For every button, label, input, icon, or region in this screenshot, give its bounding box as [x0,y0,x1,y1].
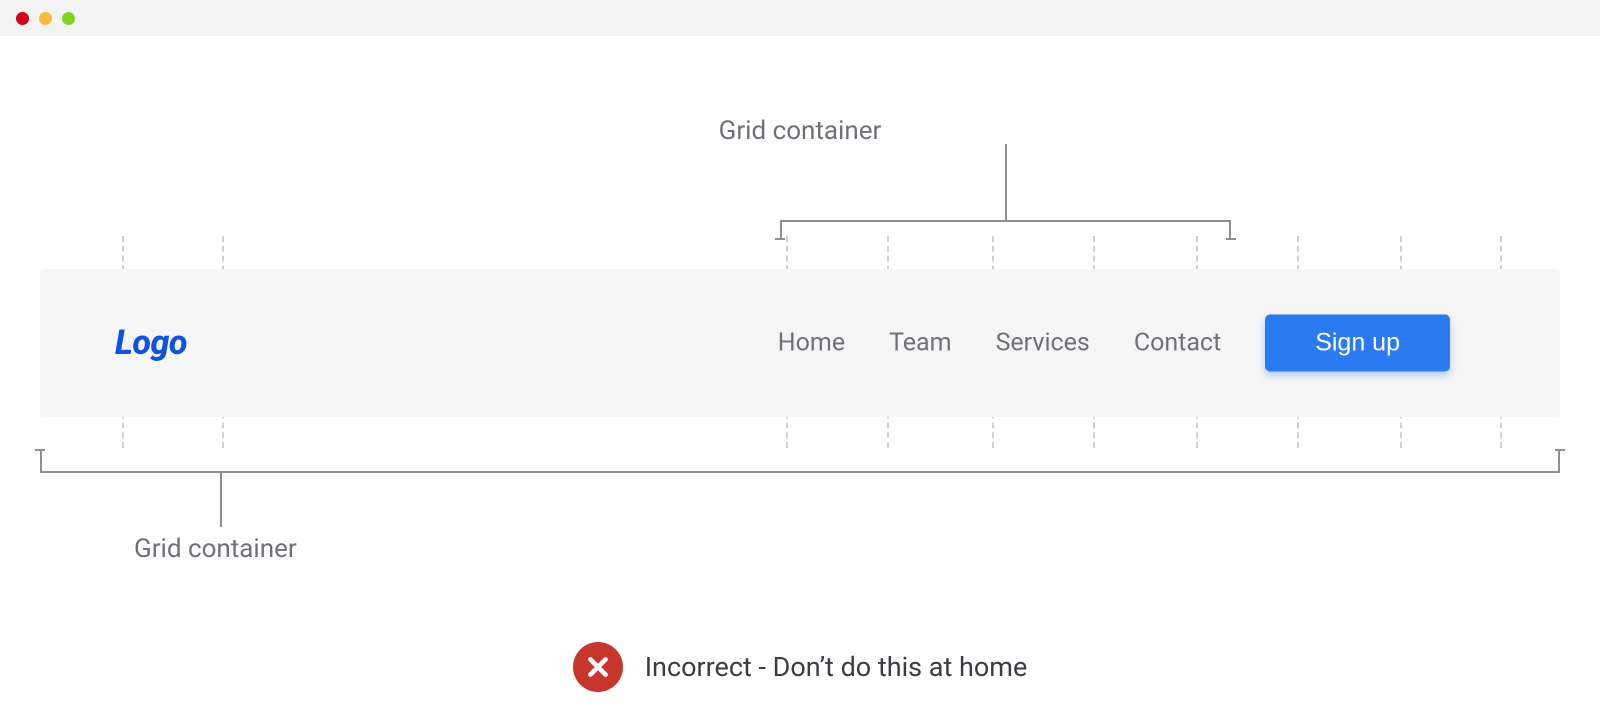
nav-link-services[interactable]: Services [996,329,1090,358]
caption-text: Incorrect - Don’t do this at home [645,651,1028,683]
nav-link-home[interactable]: Home [778,329,845,358]
signup-button[interactable]: Sign up [1265,315,1450,372]
example-header: Logo Home Team Services Contact Sign up [40,269,1560,417]
primary-nav: Home Team Services Contact Sign up [778,315,1450,372]
error-x-icon [573,642,623,692]
nav-link-team[interactable]: Team [889,329,952,358]
top-bracket-label: Grid container [0,116,1600,146]
traffic-zoom-icon[interactable] [62,12,75,25]
nav-link-contact[interactable]: Contact [1134,329,1221,358]
logo[interactable]: Logo [115,323,187,363]
window-titlebar [0,0,1600,36]
caption-row: Incorrect - Don’t do this at home [0,642,1600,692]
bottom-bracket-label: Grid container [134,534,297,564]
traffic-close-icon[interactable] [16,12,29,25]
traffic-minimize-icon[interactable] [39,12,52,25]
